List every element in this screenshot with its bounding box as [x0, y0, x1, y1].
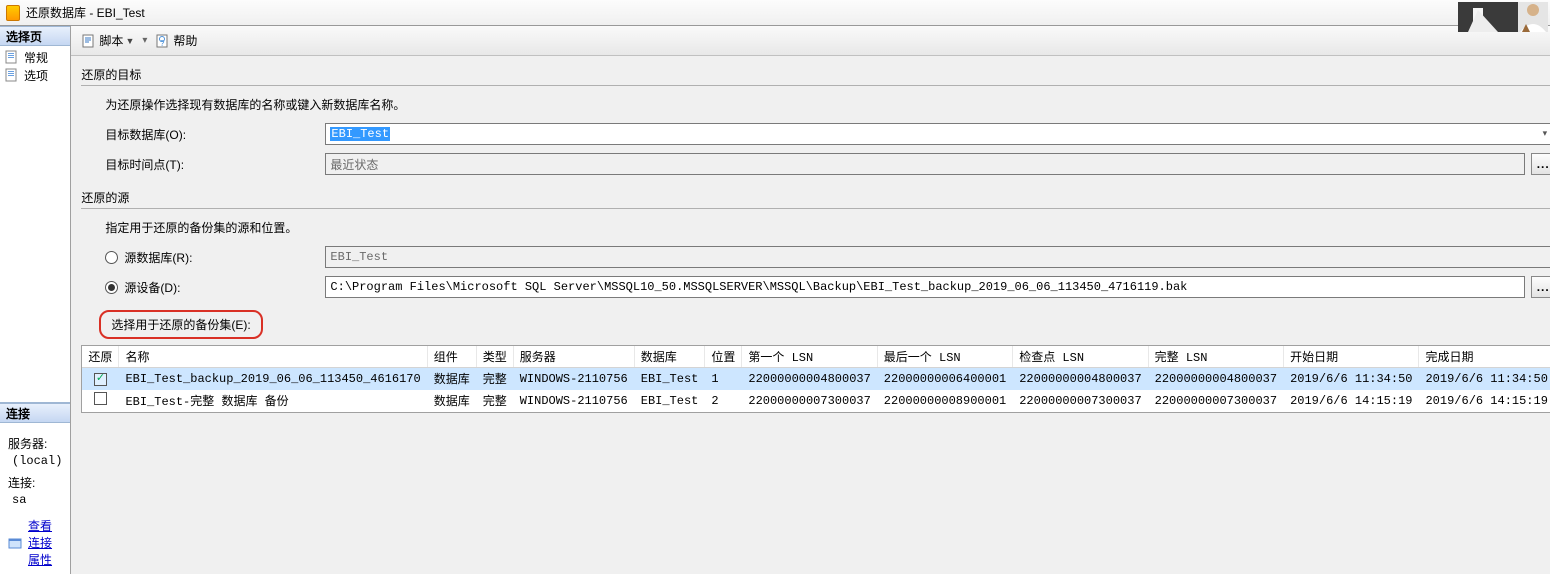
properties-icon: [8, 536, 24, 550]
toolbar-separator: ▾: [142, 35, 147, 46]
chevron-down-icon: ▾: [1537, 126, 1550, 142]
table-row[interactable]: EBI_Test_backup_2019_06_06_113450_461617…: [82, 368, 1550, 390]
cell-lsn2: 22000000006400001: [877, 368, 1012, 390]
cell-server: WINDOWS-2110756: [513, 390, 634, 412]
cell-lsn4: 22000000007300037: [1148, 390, 1283, 412]
table-row[interactable]: EBI_Test-完整 数据库 备份数据库完整WINDOWS-2110756EB…: [82, 390, 1550, 412]
sidebar-item-label: 常规: [24, 49, 48, 66]
source-device-radio[interactable]: [105, 281, 118, 294]
cell-comp: 数据库: [427, 390, 476, 412]
cell-name: EBI_Test_backup_2019_06_06_113450_461617…: [119, 368, 427, 390]
restore-checkbox[interactable]: [94, 373, 107, 386]
window-title: 还原数据库 - EBI_Test: [26, 4, 145, 21]
connection-label: 连接:: [8, 474, 62, 491]
col-first-lsn[interactable]: 第一个 LSN: [742, 346, 877, 368]
title-bar: 还原数据库 - EBI_Test: [0, 0, 1550, 26]
sidebar-header: 选择页: [0, 26, 70, 46]
source-group-title: 还原的源: [81, 185, 1550, 209]
cell-server: WINDOWS-2110756: [513, 368, 634, 390]
cell-db: EBI_Test: [634, 390, 705, 412]
sidebar: 选择页 常规 选项 连接 服务器: (local) 连接: sa: [0, 26, 71, 574]
source-group-desc: 指定用于还原的备份集的源和位置。: [81, 219, 1550, 246]
cell-lsn4: 22000000004800037: [1148, 368, 1283, 390]
col-last-lsn[interactable]: 最后一个 LSN: [877, 346, 1012, 368]
cell-lsn2: 22000000008900001: [877, 390, 1012, 412]
col-component[interactable]: 组件: [427, 346, 476, 368]
col-type[interactable]: 类型: [476, 346, 513, 368]
server-label: 服务器:: [8, 435, 62, 452]
toolbar: 脚本 ▼ ▾ ? 帮助: [71, 26, 1550, 56]
database-icon: [6, 5, 20, 21]
cell-start: 2019/6/6 11:34:50: [1284, 368, 1419, 390]
server-value: (local): [12, 454, 62, 468]
chevron-down-icon: ▼: [125, 36, 134, 46]
cell-pos: 1: [705, 368, 742, 390]
sidebar-item-general[interactable]: 常规: [0, 48, 70, 66]
col-server[interactable]: 服务器: [513, 346, 634, 368]
source-db-radio[interactable]: [105, 251, 118, 264]
target-time-label: 目标时间点(T):: [105, 156, 325, 173]
cell-start: 2019/6/6 14:15:19: [1284, 390, 1419, 412]
cell-lsn1: 22000000004800037: [742, 368, 877, 390]
source-db-label: 源数据库(R):: [124, 249, 192, 266]
sidebar-item-options[interactable]: 选项: [0, 66, 70, 84]
script-icon: [81, 33, 97, 49]
source-device-field[interactable]: C:\Program Files\Microsoft SQL Server\MS…: [325, 276, 1524, 298]
col-checkpoint-lsn[interactable]: 检查点 LSN: [1013, 346, 1148, 368]
cell-end: 2019/6/6 14:15:19: [1419, 390, 1550, 412]
cell-pos: 2: [705, 390, 742, 412]
cell-db: EBI_Test: [634, 368, 705, 390]
cell-end: 2019/6/6 11:34:50: [1419, 368, 1550, 390]
page-icon: [4, 49, 20, 65]
backup-sets-table[interactable]: 还原 名称 组件 类型 服务器 数据库 位置 第一个 LSN 最后一个 LSN …: [81, 345, 1550, 413]
browse-device-button[interactable]: ...: [1531, 276, 1550, 298]
cell-type: 完整: [476, 368, 513, 390]
cell-lsn3: 22000000004800037: [1013, 368, 1148, 390]
col-db[interactable]: 数据库: [634, 346, 705, 368]
dest-group-desc: 为还原操作选择现有数据库的名称或键入新数据库名称。: [81, 96, 1550, 123]
target-db-label: 目标数据库(O):: [105, 126, 325, 143]
source-device-label: 源设备(D):: [124, 279, 180, 296]
source-db-field: EBI_Test: [325, 246, 1550, 268]
dest-group-title: 还原的目标: [81, 62, 1550, 86]
view-connection-props-link[interactable]: 查看连接属性: [8, 517, 62, 568]
col-full-lsn[interactable]: 完整 LSN: [1148, 346, 1283, 368]
col-start-date[interactable]: 开始日期: [1284, 346, 1419, 368]
select-backup-sets-label: 选择用于还原的备份集(E):: [99, 310, 262, 339]
col-end-date[interactable]: 完成日期: [1419, 346, 1550, 368]
cell-lsn1: 22000000007300037: [742, 390, 877, 412]
cell-lsn3: 22000000007300037: [1013, 390, 1148, 412]
cell-comp: 数据库: [427, 368, 476, 390]
cell-type: 完整: [476, 390, 513, 412]
help-button[interactable]: ? 帮助: [151, 30, 201, 51]
svg-text:?: ?: [160, 39, 165, 48]
connection-header: 连接: [0, 403, 70, 423]
connection-value: sa: [12, 493, 62, 507]
sidebar-item-label: 选项: [24, 67, 48, 84]
target-db-combo[interactable]: EBI_Test ▾: [325, 123, 1550, 145]
col-name[interactable]: 名称: [119, 346, 427, 368]
browse-time-button[interactable]: ...: [1531, 153, 1550, 175]
help-icon: ?: [155, 33, 171, 49]
avatar-corner: [1458, 2, 1548, 32]
cell-name: EBI_Test-完整 数据库 备份: [119, 390, 427, 412]
page-icon: [4, 67, 20, 83]
target-time-field[interactable]: 最近状态: [325, 153, 1524, 175]
col-position[interactable]: 位置: [705, 346, 742, 368]
script-button[interactable]: 脚本 ▼: [77, 30, 138, 51]
col-restore[interactable]: 还原: [82, 346, 119, 368]
restore-checkbox[interactable]: [94, 392, 107, 405]
